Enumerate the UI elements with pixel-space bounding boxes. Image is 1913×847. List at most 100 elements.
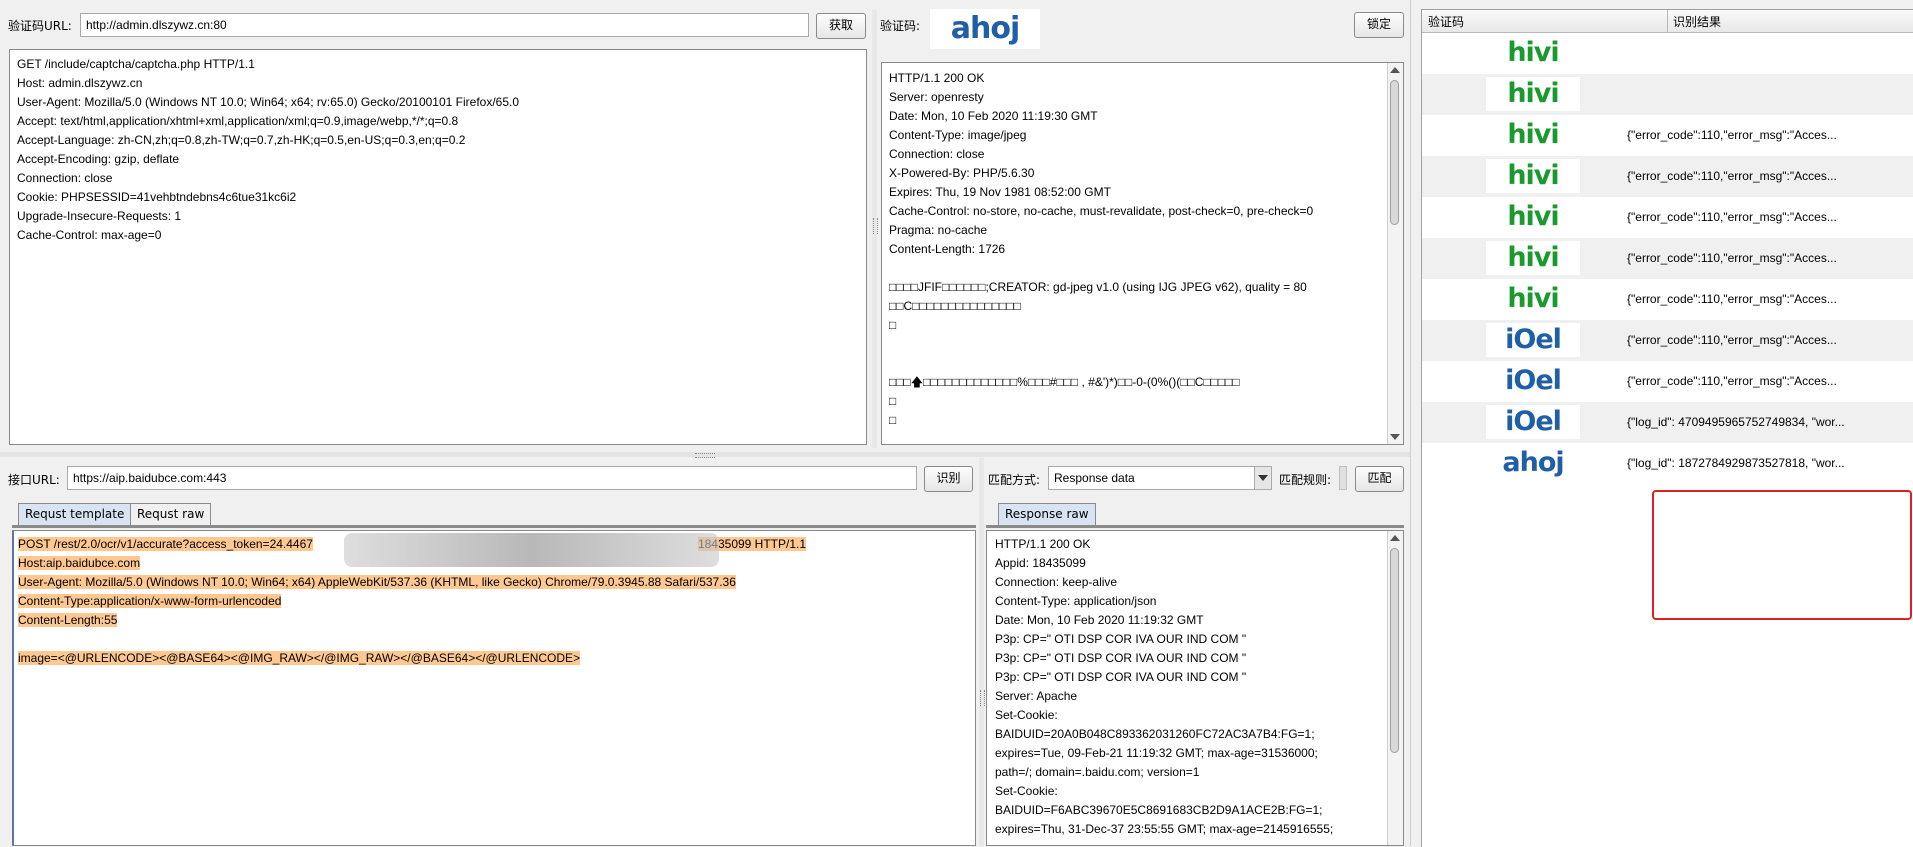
- match-button[interactable]: 匹配: [1355, 466, 1404, 492]
- text-line: BAIDUID=20A0B048C893362031260FC72AC3A7B4…: [995, 727, 1315, 741]
- table-row[interactable]: iOel {"error_code":110,"error_msg":"Acces…: [1422, 361, 1913, 403]
- match-mode-label: 匹配方式:: [988, 473, 1041, 487]
- text-line: Date: Mon, 10 Feb 2020 11:19:32 GMT: [995, 613, 1204, 627]
- text-line: Content-Type:application/x-www-form-urle…: [18, 594, 282, 608]
- result-text: {"error_code":110,"error_msg":"Acces...: [1627, 251, 1837, 265]
- match-mode-value: Response data: [1054, 471, 1135, 485]
- text-line: Content-Type: application/json: [995, 594, 1157, 608]
- results-table[interactable]: 验证码 识别结果 hivi hivi hivi {"error_code":110,"…: [1421, 9, 1913, 847]
- result-text: {"log_id": 4709495965752749834, "wor...: [1627, 415, 1845, 429]
- table-row[interactable]: iOel {"error_code":110,"error_msg":"Acces…: [1422, 320, 1913, 362]
- captcha-preview-label: 验证码:: [880, 19, 921, 33]
- text-line: Content-Length:55: [18, 613, 118, 627]
- redaction-blur: [344, 533, 719, 567]
- text-line: P3p: CP=" OTI DSP COR IVA OUR IND COM ": [995, 651, 1247, 665]
- tab-request-template[interactable]: Requst template: [18, 503, 132, 525]
- response-scrollbar[interactable]: [1387, 63, 1403, 444]
- scroll-up-icon[interactable]: [1390, 67, 1400, 73]
- captcha-thumbnail: hivi: [1486, 282, 1580, 316]
- text-line: Accept-Language: zh-CN,zh;q=0.8,zh-TW;q=…: [17, 133, 466, 147]
- scroll-thumb[interactable]: [1390, 548, 1399, 753]
- table-row[interactable]: hivi {"error_code":110,"error_msg":"Acces…: [1422, 115, 1913, 157]
- text-line: X-Powered-By: PHP/5.6.30: [889, 166, 1035, 180]
- result-text: {"error_code":110,"error_msg":"Acces...: [1627, 169, 1837, 183]
- text-line: GET /include/captcha/captcha.php HTTP/1.…: [17, 57, 255, 71]
- text-line: Server: openresty: [889, 90, 984, 104]
- text-line: expires=Tue, 09-Feb-21 11:19:32 GMT; max…: [995, 746, 1318, 760]
- table-row[interactable]: hivi {"error_code":110,"error_msg":"Acces…: [1422, 279, 1913, 321]
- fetch-button[interactable]: 获取: [816, 13, 866, 39]
- tab-underline: [986, 525, 1404, 528]
- text-line: User-Agent: Mozilla/5.0 (Windows NT 10.0…: [18, 575, 736, 589]
- request-template-panel[interactable]: POST /rest/2.0/ocr/v1/accurate?access_to…: [12, 530, 976, 846]
- text-line: Set-Cookie:: [995, 784, 1058, 798]
- text-line: Appid: 18435099: [995, 556, 1086, 570]
- splitter-grip-icon: [695, 453, 715, 458]
- table-row[interactable]: hivi: [1422, 33, 1913, 75]
- table-row[interactable]: hivi {"error_code":110,"error_msg":"Acces…: [1422, 238, 1913, 280]
- text-line: [889, 259, 1396, 278]
- text-line: Connection: close: [17, 171, 113, 185]
- api-url-input[interactable]: https://aip.baidubce.com:443: [67, 466, 917, 490]
- table-row[interactable]: ahoj {"log_id": 1872784929873527818, "wor…: [1422, 443, 1913, 485]
- tab-response-raw[interactable]: Response raw: [998, 503, 1096, 525]
- text-line: Content-Length: 1726: [889, 242, 1006, 256]
- text-line: Accept: text/html,application/xhtml+xml,…: [17, 114, 459, 128]
- text-line: User-Agent: Mozilla/5.0 (Windows NT 10.0…: [17, 95, 520, 109]
- result-text: {"error_code":110,"error_msg":"Acces...: [1627, 292, 1837, 306]
- api-response-scrollbar[interactable]: [1387, 531, 1403, 845]
- text-line: Connection: close: [889, 147, 985, 161]
- results-body: hivi hivi hivi {"error_code":110,"error_msg…: [1422, 33, 1913, 847]
- highlight-callout: [1652, 490, 1912, 620]
- captcha-image: ahoj: [930, 9, 1040, 49]
- text-line: Cache-Control: max-age=0: [17, 228, 162, 242]
- tab-request-raw[interactable]: Requst raw: [130, 503, 212, 525]
- text-line: P3p: CP=" OTI DSP COR IVA OUR IND COM ": [995, 670, 1247, 684]
- header-result[interactable]: 识别结果: [1673, 13, 1721, 30]
- text-line: image=<@URLENCODE><@BASE64><@IMG_RAW></@…: [18, 651, 581, 665]
- lock-button[interactable]: 锁定: [1354, 12, 1404, 38]
- captcha-thumbnail: hivi: [1486, 159, 1580, 193]
- text-line: HTTP/1.1 200 OK: [995, 537, 1091, 551]
- text-line: Expires: Thu, 19 Nov 1981 08:52:00 GMT: [889, 185, 1111, 199]
- table-row[interactable]: iOel {"log_id": 4709495965752749834, "wor…: [1422, 402, 1913, 444]
- text-line: [18, 630, 971, 649]
- api-url-label: 接口URL:: [8, 473, 60, 487]
- api-response-text: HTTP/1.1 200 OK Appid: 18435099 Connection…: [987, 531, 1403, 843]
- text-line: Content-Type: image/jpeg: [889, 128, 1027, 142]
- scroll-thumb[interactable]: [1390, 80, 1399, 225]
- api-response-panel[interactable]: HTTP/1.1 200 OK Appid: 18435099 Connection…: [986, 530, 1404, 846]
- match-mode-select[interactable]: Response data: [1048, 466, 1272, 490]
- captcha-url-input[interactable]: http://admin.dlszywz.cn:80: [80, 13, 809, 37]
- text-line: □□C□□□□□□□□□□□□□□□: [889, 299, 1021, 313]
- header-captcha[interactable]: 验证码: [1428, 13, 1464, 30]
- table-row[interactable]: hivi: [1422, 74, 1913, 116]
- text-line: Set-Cookie:: [995, 708, 1058, 722]
- splitter-bottom[interactable]: [979, 458, 984, 846]
- text-line: HTTP/1.1 200 OK: [889, 71, 985, 85]
- text-line: □: [889, 413, 897, 427]
- result-text: {"error_code":110,"error_msg":"Acces...: [1627, 128, 1837, 142]
- text-line: [889, 335, 1396, 354]
- text-line: Cache-Control: no-store, no-cache, must-…: [889, 204, 1314, 218]
- text-line: BAIDUID=F6ABC39670E5C8691683CB2D9A1ACE2B…: [995, 803, 1323, 817]
- scroll-up-icon[interactable]: [1390, 535, 1400, 541]
- text-line: □□□🡅□□□□□□□□□□□□□%□□□#□□□ , #&')*)□□-0-(…: [889, 375, 1240, 389]
- text-line: Cookie: PHPSESSID=41vehbtndebns4c6tue31k…: [17, 190, 297, 204]
- captcha-response-panel[interactable]: HTTP/1.1 200 OK Server: openresty Date: Mo…: [881, 62, 1404, 445]
- table-row[interactable]: hivi {"error_code":110,"error_msg":"Acces…: [1422, 197, 1913, 239]
- captcha-request-text: GET /include/captcha/captcha.php HTTP/1.…: [10, 50, 866, 250]
- match-rule-input[interactable]: [1339, 466, 1347, 490]
- match-rule-label: 匹配规则:: [1279, 473, 1332, 487]
- recognize-button[interactable]: 识别: [924, 466, 973, 492]
- text-line: Server: Apache: [995, 689, 1078, 703]
- captcha-thumbnail: ahoj: [1486, 446, 1580, 480]
- captcha-request-panel[interactable]: GET /include/captcha/captcha.php HTTP/1.…: [9, 49, 867, 445]
- text-line: Upgrade-Insecure-Requests: 1: [17, 209, 182, 223]
- table-row[interactable]: hivi {"error_code":110,"error_msg":"Acces…: [1422, 156, 1913, 198]
- captcha-thumbnail: hivi: [1486, 200, 1580, 234]
- scroll-down-icon[interactable]: [1390, 434, 1400, 440]
- text-line: Connection: keep-alive: [995, 575, 1118, 589]
- chevron-down-icon[interactable]: [1254, 467, 1271, 489]
- text-line: Accept-Encoding: gzip, deflate: [17, 152, 180, 166]
